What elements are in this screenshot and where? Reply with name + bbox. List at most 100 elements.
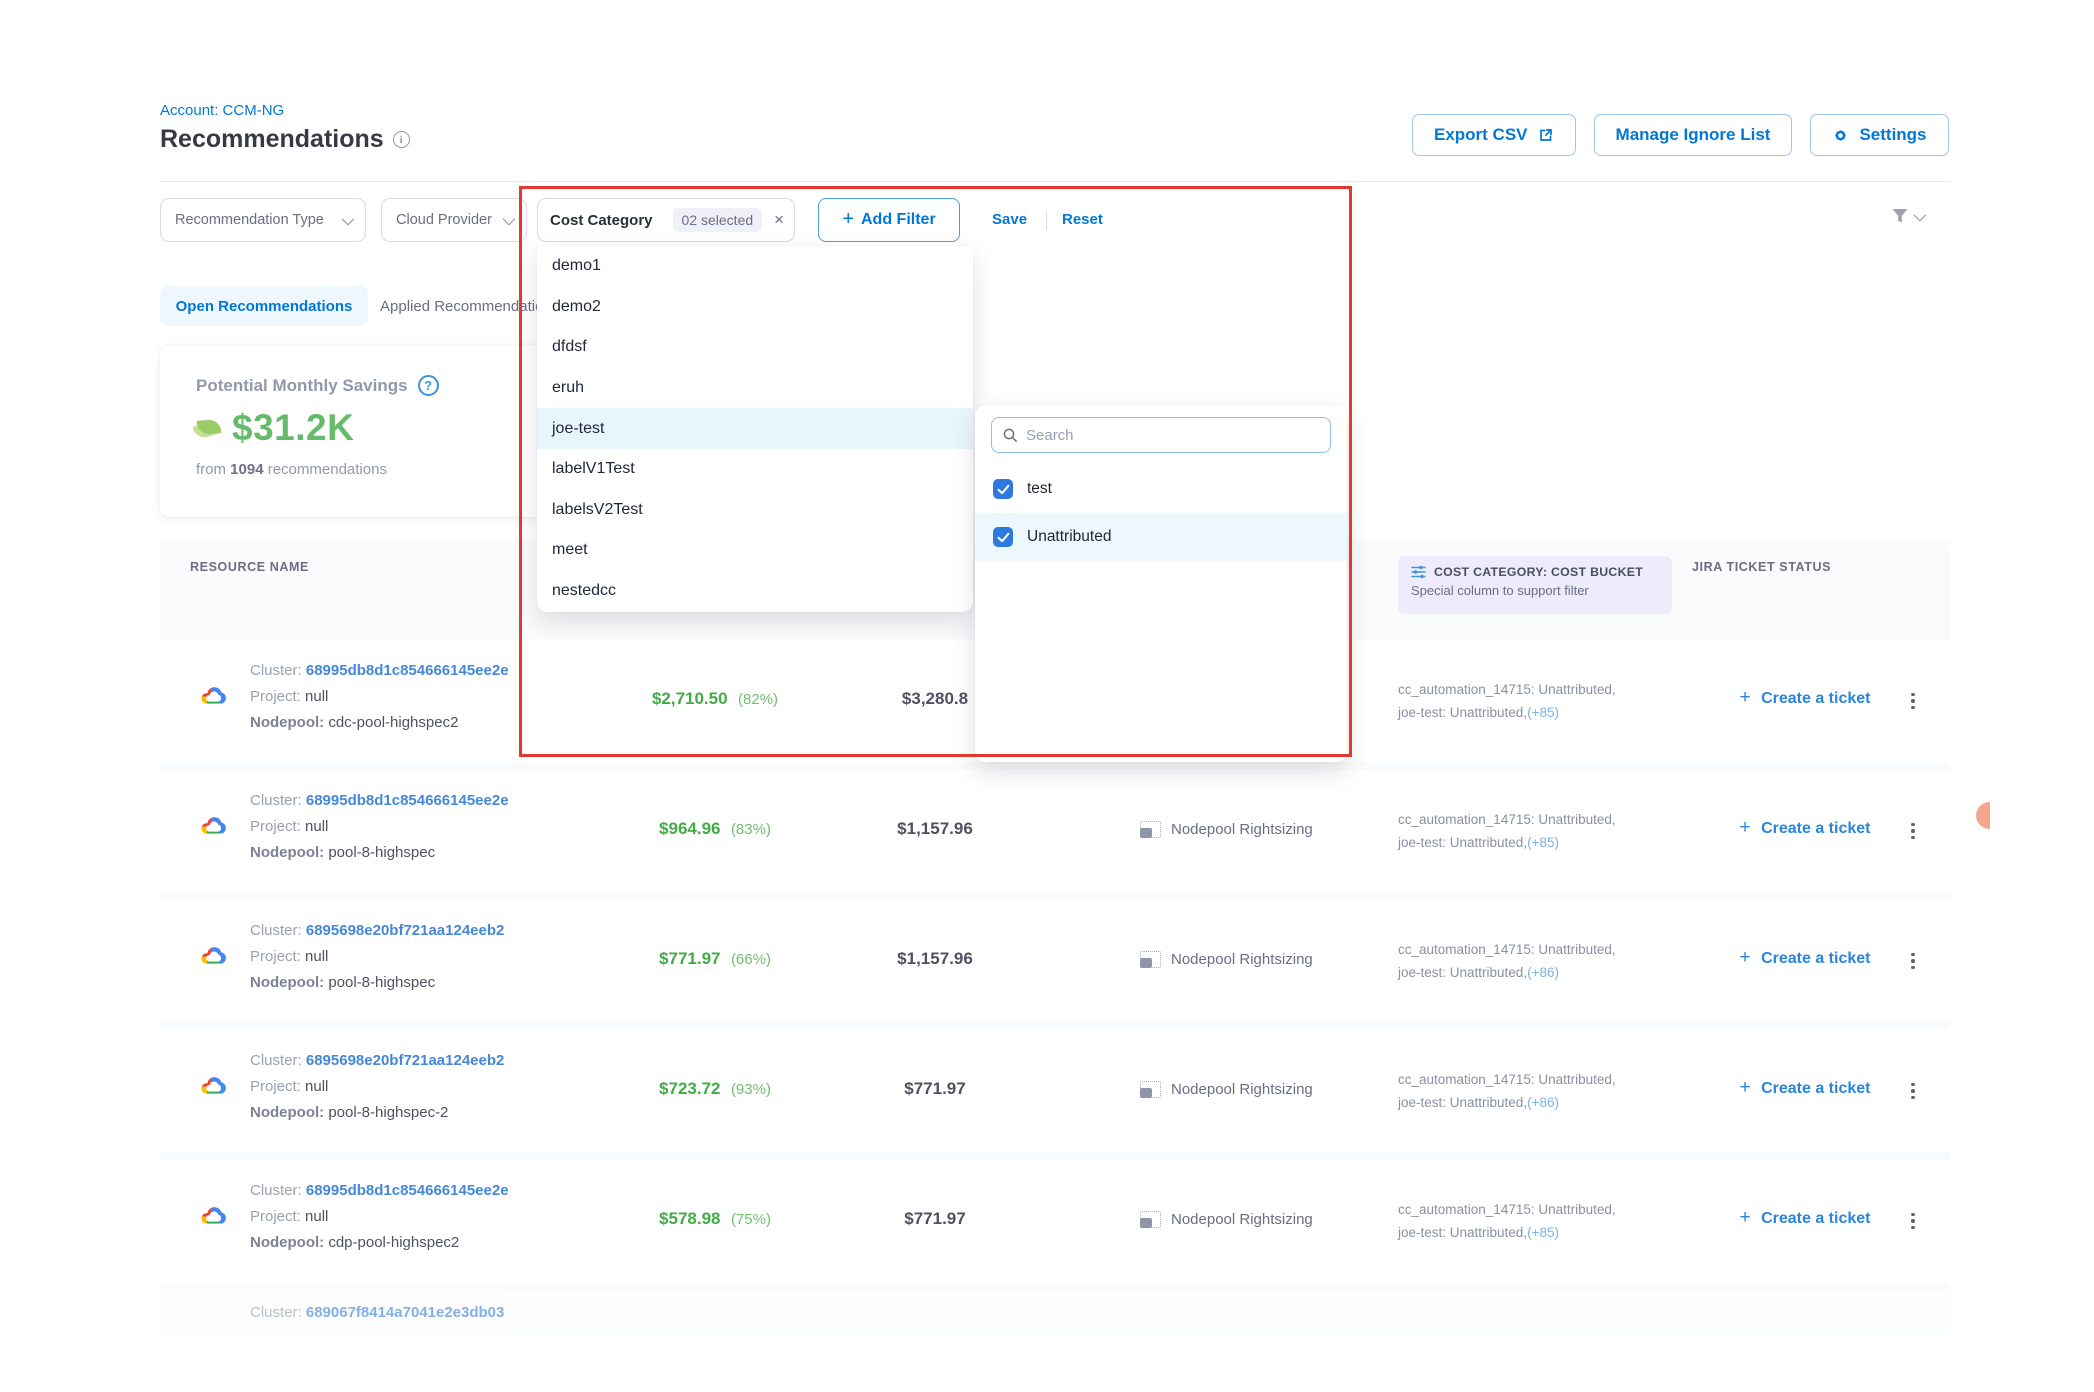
recommendation-type-value: Nodepool Rightsizing (1171, 821, 1313, 838)
table-row[interactable]: Cluster: 68995db8d1c854666145ee2e Projec… (160, 770, 1950, 892)
dropdown-item-label: demo1 (552, 257, 601, 275)
savings-sub-suffix: recommendations (264, 461, 387, 478)
manage-ignore-list-button[interactable]: Manage Ignore List (1594, 114, 1793, 156)
bucket-option[interactable]: Unattributed (975, 513, 1347, 561)
dropdown-item[interactable]: nestedcc (537, 571, 973, 612)
filter-panel-toggle[interactable] (1890, 207, 1923, 225)
monthly-savings-cell: $723.72 (93%) (600, 1079, 830, 1099)
create-ticket-button[interactable]: + Create a ticket (1680, 817, 1930, 839)
gcp-cloud-icon (198, 814, 229, 844)
cost-category-line2: joe-test: Unattributed, (1398, 1225, 1527, 1240)
project-label: Project: (250, 1078, 301, 1095)
create-ticket-button[interactable]: + Create a ticket (1680, 1077, 1930, 1099)
cost-category-more-link[interactable]: (+86) (1527, 1095, 1559, 1110)
row-menu-kebab-icon[interactable] (1900, 688, 1926, 714)
monthly-cost-cell: $1,157.96 (850, 949, 1020, 969)
dropdown-item[interactable]: dfdsf (537, 327, 973, 368)
dropdown-item[interactable]: demo2 (537, 287, 973, 328)
cost-category-more-link[interactable]: (+85) (1527, 1225, 1559, 1240)
checkbox-checked-icon[interactable] (993, 527, 1013, 547)
cost-category-more-link[interactable]: (+85) (1527, 705, 1559, 720)
dropdown-item-label: labelsV2Test (552, 501, 643, 519)
nodepool-rightsizing-icon (1140, 1081, 1161, 1098)
reset-filter-button[interactable]: Reset (1062, 211, 1103, 228)
resource-info: Cluster: 6895698e20bf721aa124eeb2 Projec… (250, 918, 504, 996)
table-row-partial[interactable]: Cluster: 689067f8414a7041e2e3db03 (160, 1290, 1950, 1336)
row-menu-kebab-icon[interactable] (1900, 818, 1926, 844)
search-input[interactable] (1026, 427, 1320, 444)
nodepool-value: cdc-pool-highspec2 (328, 714, 458, 731)
tab-open-recommendations[interactable]: Open Recommendations (160, 286, 368, 326)
project-label: Project: (250, 688, 301, 705)
monthly-savings-cell: $578.98 (75%) (600, 1209, 830, 1229)
cluster-link[interactable]: 6895698e20bf721aa124eeb2 (306, 1052, 505, 1069)
row-menu-kebab-icon[interactable] (1900, 948, 1926, 974)
dropdown-item-label: labelV1Test (552, 460, 635, 478)
save-filter-button[interactable]: Save (992, 211, 1027, 228)
checkbox-checked-icon[interactable] (993, 479, 1013, 499)
close-icon[interactable]: × (774, 210, 784, 230)
cluster-label: Cluster: (250, 1304, 302, 1321)
cost-category-line2: joe-test: Unattributed, (1398, 705, 1527, 720)
cost-category-filter-label: Cost Category (550, 212, 653, 229)
cost-category-more-link[interactable]: (+85) (1527, 835, 1559, 850)
page-title-row: Recommendations i (160, 125, 410, 154)
cost-category-dropdown: demo1 demo2 dfdsf eruh joe-test labelV1T… (537, 246, 973, 612)
side-widget-dot (1976, 802, 1990, 829)
savings-value: $578.98 (659, 1209, 720, 1228)
cluster-link[interactable]: 6895698e20bf721aa124eeb2 (306, 922, 505, 939)
create-ticket-button[interactable]: + Create a ticket (1680, 947, 1930, 969)
cloud-provider-filter[interactable]: Cloud Provider (381, 198, 527, 242)
create-ticket-button[interactable]: + Create a ticket (1680, 1207, 1930, 1229)
resource-info: Cluster: 68995db8d1c854666145ee2e Projec… (250, 1178, 509, 1256)
recommendation-type-filter[interactable]: Recommendation Type (160, 198, 366, 242)
plus-icon: + (1740, 1207, 1751, 1228)
dropdown-item-label: nestedcc (552, 582, 616, 600)
table-row[interactable]: Cluster: 6895698e20bf721aa124eeb2 Projec… (160, 1030, 1950, 1152)
resource-info: Cluster: 68995db8d1c854666145ee2e Projec… (250, 658, 509, 736)
cost-category-cell: cc_automation_14715: Unattributed, joe-t… (1398, 1068, 1688, 1114)
cloud-provider-label: Cloud Provider (396, 212, 492, 228)
nodepool-label: Nodepool: (250, 1104, 324, 1121)
row-menu-kebab-icon[interactable] (1900, 1208, 1926, 1234)
dropdown-item[interactable]: eruh (537, 368, 973, 409)
cost-category-filter[interactable]: Cost Category 02 selected × (537, 198, 795, 242)
gcp-cloud-icon (198, 1074, 229, 1104)
cluster-link[interactable]: 689067f8414a7041e2e3db03 (306, 1304, 505, 1321)
cost-category-line1: cc_automation_14715: Unattributed, (1398, 1068, 1688, 1091)
dropdown-item-label: dfdsf (552, 338, 587, 356)
recommendations-page: Account: CCM-NG Recommendations i Export… (0, 0, 2094, 1392)
dropdown-item[interactable]: labelsV2Test (537, 490, 973, 531)
cost-category-header-title: COST CATEGORY: COST BUCKET (1434, 565, 1643, 579)
project-value: null (305, 948, 328, 965)
column-header-cost-category: COST CATEGORY: COST BUCKET Special colum… (1398, 556, 1672, 614)
help-question-icon[interactable]: ? (418, 375, 439, 396)
chevron-down-icon (1914, 208, 1927, 221)
dropdown-item[interactable]: labelV1Test (537, 449, 973, 490)
create-ticket-button[interactable]: + Create a ticket (1680, 687, 1930, 709)
cluster-link[interactable]: 68995db8d1c854666145ee2e (306, 1182, 509, 1199)
cost-category-more-link[interactable]: (+86) (1527, 965, 1559, 980)
add-filter-button[interactable]: + Add Filter (818, 198, 960, 242)
create-ticket-label: Create a ticket (1761, 1210, 1870, 1227)
dropdown-item[interactable]: joe-test (537, 408, 973, 449)
create-ticket-label: Create a ticket (1761, 820, 1870, 837)
nodepool-label: Nodepool: (250, 1234, 324, 1251)
row-menu-kebab-icon[interactable] (1900, 1078, 1926, 1104)
cluster-link[interactable]: 68995db8d1c854666145ee2e (306, 662, 509, 679)
settings-button[interactable]: Settings (1810, 114, 1948, 156)
nodepool-rightsizing-icon (1140, 821, 1161, 838)
info-icon[interactable]: i (393, 131, 410, 148)
dropdown-item[interactable]: demo1 (537, 246, 973, 287)
export-csv-button[interactable]: Export CSV (1412, 114, 1576, 156)
plus-icon: + (1740, 687, 1751, 708)
nodepool-value: cdp-pool-highspec2 (328, 1234, 459, 1251)
cluster-link[interactable]: 68995db8d1c854666145ee2e (306, 792, 509, 809)
table-row[interactable]: Cluster: 6895698e20bf721aa124eeb2 Projec… (160, 900, 1950, 1022)
dropdown-item[interactable]: meet (537, 530, 973, 571)
bucket-options: test Unattributed (975, 465, 1347, 561)
account-breadcrumb[interactable]: Account: CCM-NG (160, 102, 284, 119)
create-ticket-label: Create a ticket (1761, 690, 1870, 707)
table-row[interactable]: Cluster: 68995db8d1c854666145ee2e Projec… (160, 1160, 1950, 1282)
bucket-option[interactable]: test (975, 465, 1347, 513)
